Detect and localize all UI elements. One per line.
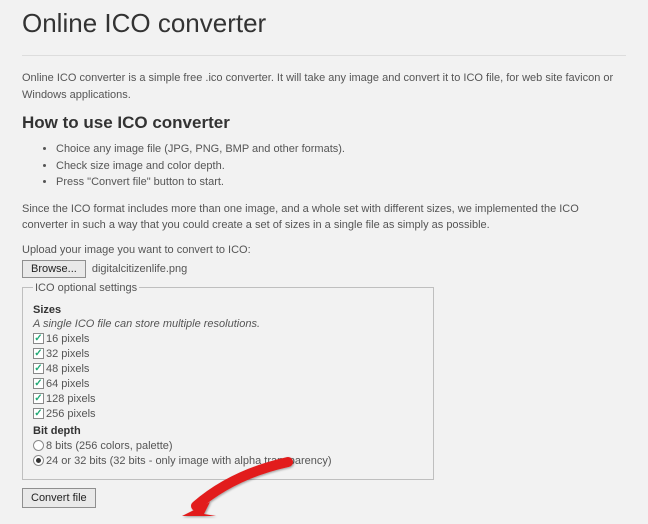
bitdepth-option[interactable]: 8 bits (256 colors, palette) — [33, 439, 423, 453]
intro-text: Online ICO converter is a simple free .i… — [22, 70, 626, 103]
bitdepth-label: 8 bits (256 colors, palette) — [46, 439, 173, 453]
size-option[interactable]: 48 pixels — [33, 362, 423, 376]
size-label: 128 pixels — [46, 392, 96, 406]
size-label: 16 pixels — [46, 332, 89, 346]
checkbox-icon[interactable] — [33, 348, 44, 359]
upload-label: Upload your image you want to convert to… — [22, 244, 626, 256]
size-label: 32 pixels — [46, 347, 89, 361]
checkbox-icon[interactable] — [33, 408, 44, 419]
checkbox-icon[interactable] — [33, 363, 44, 374]
radio-icon[interactable] — [33, 455, 44, 466]
radio-icon[interactable] — [33, 440, 44, 451]
divider — [22, 55, 626, 56]
file-input-row: Browse... digitalcitizenlife.png — [22, 260, 626, 278]
size-label: 48 pixels — [46, 362, 89, 376]
explain-text: Since the ICO format includes more than … — [22, 201, 626, 234]
list-item: Check size image and color depth. — [56, 158, 626, 175]
size-option[interactable]: 32 pixels — [33, 347, 423, 361]
list-item: Press "Convert file" button to start. — [56, 174, 626, 191]
howto-heading: How to use ICO converter — [22, 113, 626, 133]
list-item: Choice any image file (JPG, PNG, BMP and… — [56, 141, 626, 158]
bitdepth-heading: Bit depth — [33, 425, 423, 437]
browse-button[interactable]: Browse... — [22, 260, 86, 278]
size-option[interactable]: 128 pixels — [33, 392, 423, 406]
checkbox-icon[interactable] — [33, 393, 44, 404]
convert-button[interactable]: Convert file — [22, 488, 96, 508]
sizes-subheading: A single ICO file can store multiple res… — [33, 318, 423, 330]
bitdepth-label: 24 or 32 bits (32 bits - only image with… — [46, 454, 332, 468]
checkbox-icon[interactable] — [33, 378, 44, 389]
fieldset-legend: ICO optional settings — [33, 282, 139, 294]
bitdepth-option[interactable]: 24 or 32 bits (32 bits - only image with… — [33, 454, 423, 468]
settings-fieldset: ICO optional settings Sizes A single ICO… — [22, 282, 434, 480]
size-option[interactable]: 16 pixels — [33, 332, 423, 346]
size-label: 64 pixels — [46, 377, 89, 391]
selected-filename: digitalcitizenlife.png — [92, 263, 187, 275]
page-title: Online ICO converter — [22, 8, 626, 47]
size-label: 256 pixels — [46, 407, 96, 421]
checkbox-icon[interactable] — [33, 333, 44, 344]
sizes-heading: Sizes — [33, 304, 423, 316]
size-option[interactable]: 64 pixels — [33, 377, 423, 391]
size-option[interactable]: 256 pixels — [33, 407, 423, 421]
steps-list: Choice any image file (JPG, PNG, BMP and… — [22, 141, 626, 191]
